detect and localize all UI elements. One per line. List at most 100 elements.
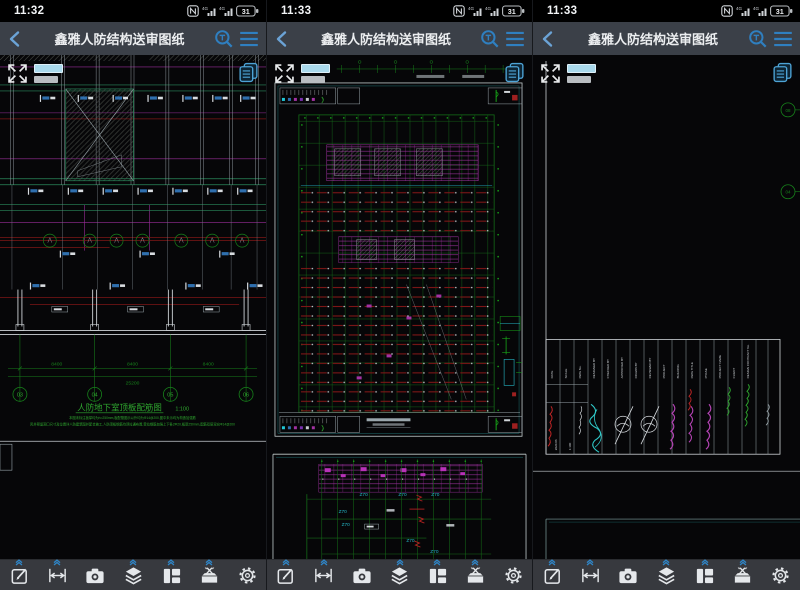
table-header: APPROVED BY bbox=[620, 357, 624, 378]
sheets-button[interactable] bbox=[237, 61, 260, 84]
layout-icon bbox=[427, 565, 448, 586]
camera-button[interactable] bbox=[609, 560, 647, 590]
axis-bubble-label: 06 bbox=[243, 393, 249, 399]
layout-button[interactable] bbox=[686, 560, 724, 590]
detail-figures bbox=[500, 316, 522, 396]
magenta-band-1 bbox=[327, 145, 478, 181]
beam-label: Z70 bbox=[398, 492, 407, 498]
axis-bubble-label: 04 bbox=[92, 393, 98, 399]
table-header: DRAWN BY bbox=[634, 362, 638, 378]
fullscreen-button[interactable] bbox=[275, 64, 294, 83]
table-header: CLIENT bbox=[732, 368, 736, 379]
cad-viewport[interactable]: 8400 8400 8400 25200 03 04 05 06 人防地下室顶板… bbox=[0, 55, 266, 559]
layout-icon bbox=[161, 565, 182, 586]
table-header: BUILDING bbox=[676, 364, 680, 379]
fullscreen-button[interactable] bbox=[541, 64, 560, 83]
cad-viewport[interactable]: 08 04 DATE SCALE bbox=[533, 55, 800, 559]
find-text-icon[interactable] bbox=[213, 28, 235, 50]
rebar-rows bbox=[301, 191, 492, 413]
menu-icon[interactable] bbox=[772, 28, 794, 50]
sheets-icon bbox=[237, 61, 260, 84]
title-block-table: DATE SCALE DWG No. DESIGNED BY CHECKED B… bbox=[546, 339, 780, 454]
sheets-button[interactable] bbox=[771, 61, 794, 84]
corner-box bbox=[0, 444, 12, 470]
beam-label: Z70 bbox=[431, 492, 440, 498]
legend-box bbox=[338, 88, 360, 104]
status-time: 11:33 bbox=[547, 5, 577, 17]
menu-icon[interactable] bbox=[238, 28, 260, 50]
chevron-up-icon bbox=[661, 559, 671, 566]
axis-bubble-label: 04 bbox=[785, 190, 790, 195]
layout-button[interactable] bbox=[152, 560, 190, 590]
tools-button[interactable] bbox=[724, 560, 762, 590]
drawing-note-1: 本图未标注板厚均为h=250mm,板配筋图示以外均为Φ14@200,图中未示均为… bbox=[69, 415, 196, 420]
table-signatures bbox=[548, 384, 769, 452]
toolbox-icon bbox=[465, 565, 486, 586]
settings-button[interactable] bbox=[228, 560, 266, 590]
status-icons: 4G 4G 31 bbox=[187, 5, 259, 17]
mid-columns bbox=[12, 185, 257, 290]
table-headers-rotated: DATE SCALE DWG No. DESIGNED BY CHECKED B… bbox=[550, 344, 750, 378]
chevron-up-icon bbox=[700, 559, 710, 566]
settings-button[interactable] bbox=[494, 560, 532, 590]
status-bar: 11:33 4G 4G 31 bbox=[533, 0, 800, 22]
sheet1-legend-bottom bbox=[280, 416, 336, 432]
sheets-icon bbox=[771, 61, 794, 84]
settings-button[interactable] bbox=[762, 560, 800, 590]
status-icons: 4G 4G 31 bbox=[453, 5, 525, 17]
measure-icon bbox=[580, 565, 601, 586]
layers-icon bbox=[656, 565, 677, 586]
status-bar: 11:33 4G 4G 31 bbox=[267, 0, 532, 22]
scale-bars bbox=[567, 64, 596, 83]
menu-icon[interactable] bbox=[504, 28, 526, 50]
phone-screen-2: 11:33 4G 4G 31 鑫雅人防结构送审图纸 bbox=[267, 0, 533, 590]
measure-button[interactable] bbox=[38, 560, 76, 590]
chevron-up-icon bbox=[52, 559, 62, 566]
measure-button[interactable] bbox=[571, 560, 609, 590]
next-sheet-border bbox=[546, 519, 800, 559]
table-header: REVIEWED BY bbox=[648, 358, 652, 379]
legend-box bbox=[338, 416, 360, 432]
back-icon[interactable] bbox=[273, 29, 293, 49]
fullscreen-button[interactable] bbox=[8, 64, 27, 83]
find-text-icon[interactable] bbox=[479, 28, 501, 50]
stair-shaft bbox=[66, 89, 134, 181]
layers-button[interactable] bbox=[647, 560, 685, 590]
edit-button[interactable] bbox=[533, 560, 571, 590]
find-text-icon[interactable] bbox=[747, 28, 769, 50]
nfc-icon bbox=[721, 5, 733, 17]
camera-icon bbox=[617, 565, 639, 586]
page-title: 鑫雅人防结构送审图纸 bbox=[29, 29, 210, 48]
battery-percent: 31 bbox=[242, 7, 250, 16]
edit-icon bbox=[9, 565, 30, 586]
measure-button[interactable] bbox=[305, 560, 343, 590]
cad-viewport[interactable]: Z70 Z70 Z70 Z70 Z70 Z70 Z70 bbox=[267, 55, 532, 559]
chevron-up-icon bbox=[281, 559, 291, 566]
axis-bubble-label: 05 bbox=[167, 393, 173, 399]
sheet1-legend-top bbox=[280, 88, 336, 104]
beam-label-boxes bbox=[52, 307, 219, 312]
camera-button[interactable] bbox=[76, 560, 114, 590]
table-header: PHASE bbox=[704, 368, 708, 378]
drawing-scale: 1:100 bbox=[175, 406, 189, 412]
bottom-toolbar bbox=[267, 559, 532, 590]
back-icon[interactable] bbox=[6, 29, 26, 49]
layers-button[interactable] bbox=[381, 560, 419, 590]
signal-icon: 4G bbox=[468, 5, 482, 17]
camera-button[interactable] bbox=[343, 560, 381, 590]
table-header: DESIGN CONTRACT No. bbox=[746, 344, 750, 378]
chevron-up-icon bbox=[204, 559, 214, 566]
nfc-icon bbox=[187, 5, 199, 17]
layout-button[interactable] bbox=[418, 560, 456, 590]
table-header: SCALE bbox=[564, 369, 568, 379]
layers-button[interactable] bbox=[114, 560, 152, 590]
edit-button[interactable] bbox=[0, 560, 38, 590]
chevron-up-icon bbox=[738, 559, 748, 566]
tools-button[interactable] bbox=[190, 560, 228, 590]
tools-button[interactable] bbox=[456, 560, 494, 590]
edit-button[interactable] bbox=[267, 560, 305, 590]
table-header: DATE bbox=[550, 371, 554, 379]
sheets-button[interactable] bbox=[503, 61, 526, 84]
sheets-icon bbox=[503, 61, 526, 84]
back-icon[interactable] bbox=[539, 29, 559, 49]
